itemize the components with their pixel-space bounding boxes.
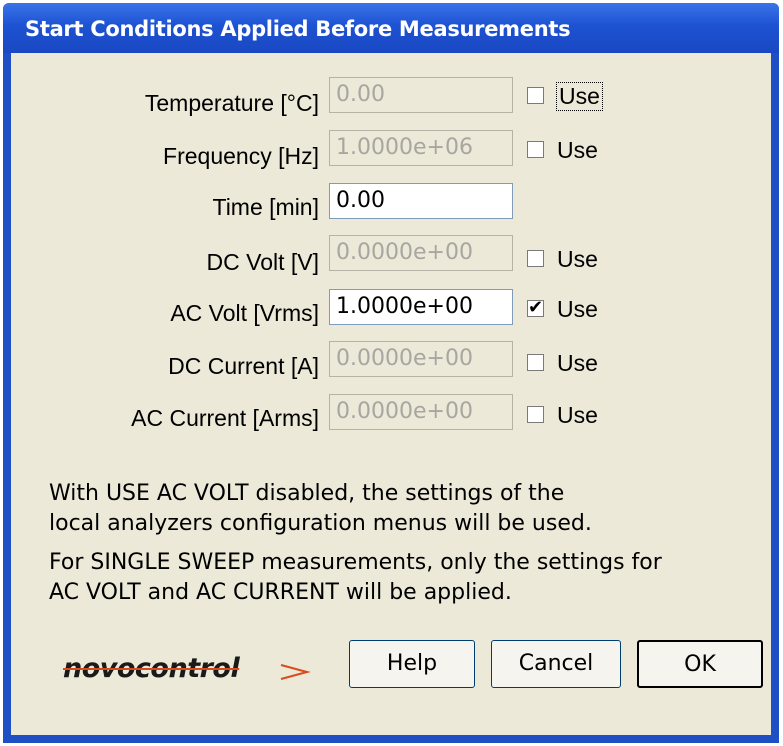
dialog-body: Temperature [°C] 0.00 Use Frequency [Hz]… xyxy=(11,53,771,735)
frequency-input[interactable]: 1.0000e+06 xyxy=(329,130,513,166)
info-text-line3: For SINGLE SWEEP measurements, only the … xyxy=(49,550,662,575)
dialog-title: Start Conditions Applied Before Measurem… xyxy=(25,17,571,41)
ac-volt-input[interactable]: 1.0000e+00 xyxy=(329,289,513,325)
dc-volt-input[interactable]: 0.0000e+00 xyxy=(329,235,513,271)
help-button[interactable]: Help xyxy=(349,640,475,688)
dc-current-label: DC Current [A] xyxy=(168,353,319,379)
ac-current-use-label[interactable]: Use xyxy=(557,402,598,429)
logo-text: novocontrol xyxy=(63,653,240,684)
ac-current-label: AC Current [Arms] xyxy=(131,405,319,431)
temperature-label: Temperature [°C] xyxy=(144,90,319,116)
cancel-button[interactable]: Cancel xyxy=(491,640,621,688)
frequency-label: Frequency [Hz] xyxy=(163,143,319,169)
ok-button[interactable]: OK xyxy=(637,640,763,688)
dc-volt-label: DC Volt [V] xyxy=(206,249,319,275)
dialog-window: Start Conditions Applied Before Measurem… xyxy=(3,3,779,743)
novocontrol-logo: novocontrol xyxy=(49,653,329,687)
dc-volt-use-checkbox[interactable] xyxy=(527,250,544,267)
ac-current-use-checkbox[interactable] xyxy=(527,406,544,423)
ac-current-input[interactable]: 0.0000e+00 xyxy=(329,394,513,430)
dc-current-use-label[interactable]: Use xyxy=(557,350,598,377)
temperature-use-label[interactable]: Use xyxy=(556,82,603,111)
info-text-line4: AC VOLT and AC CURRENT will be applied. xyxy=(49,580,512,605)
frequency-use-checkbox[interactable] xyxy=(527,141,544,158)
info-text-line2: local analyzers configuration menus will… xyxy=(49,511,592,536)
frequency-use-label[interactable]: Use xyxy=(557,137,598,164)
ac-volt-use-label[interactable]: Use xyxy=(557,296,598,323)
temperature-use-checkbox[interactable] xyxy=(527,87,544,104)
title-bar[interactable]: Start Conditions Applied Before Measurem… xyxy=(3,3,779,53)
time-label: Time [min] xyxy=(212,194,320,220)
time-input[interactable]: 0.00 xyxy=(329,183,513,219)
dc-current-input[interactable]: 0.0000e+00 xyxy=(329,341,513,377)
dc-volt-use-label[interactable]: Use xyxy=(557,246,598,273)
ac-volt-label: AC Volt [Vrms] xyxy=(170,300,319,326)
dc-current-use-checkbox[interactable] xyxy=(527,354,544,371)
temperature-input[interactable]: 0.00 xyxy=(329,77,513,113)
checkmark-icon: ✔ xyxy=(528,297,544,317)
ac-volt-use-checkbox[interactable]: ✔ xyxy=(527,297,544,317)
info-text-line1: With USE AC VOLT disabled, the settings … xyxy=(49,481,565,506)
